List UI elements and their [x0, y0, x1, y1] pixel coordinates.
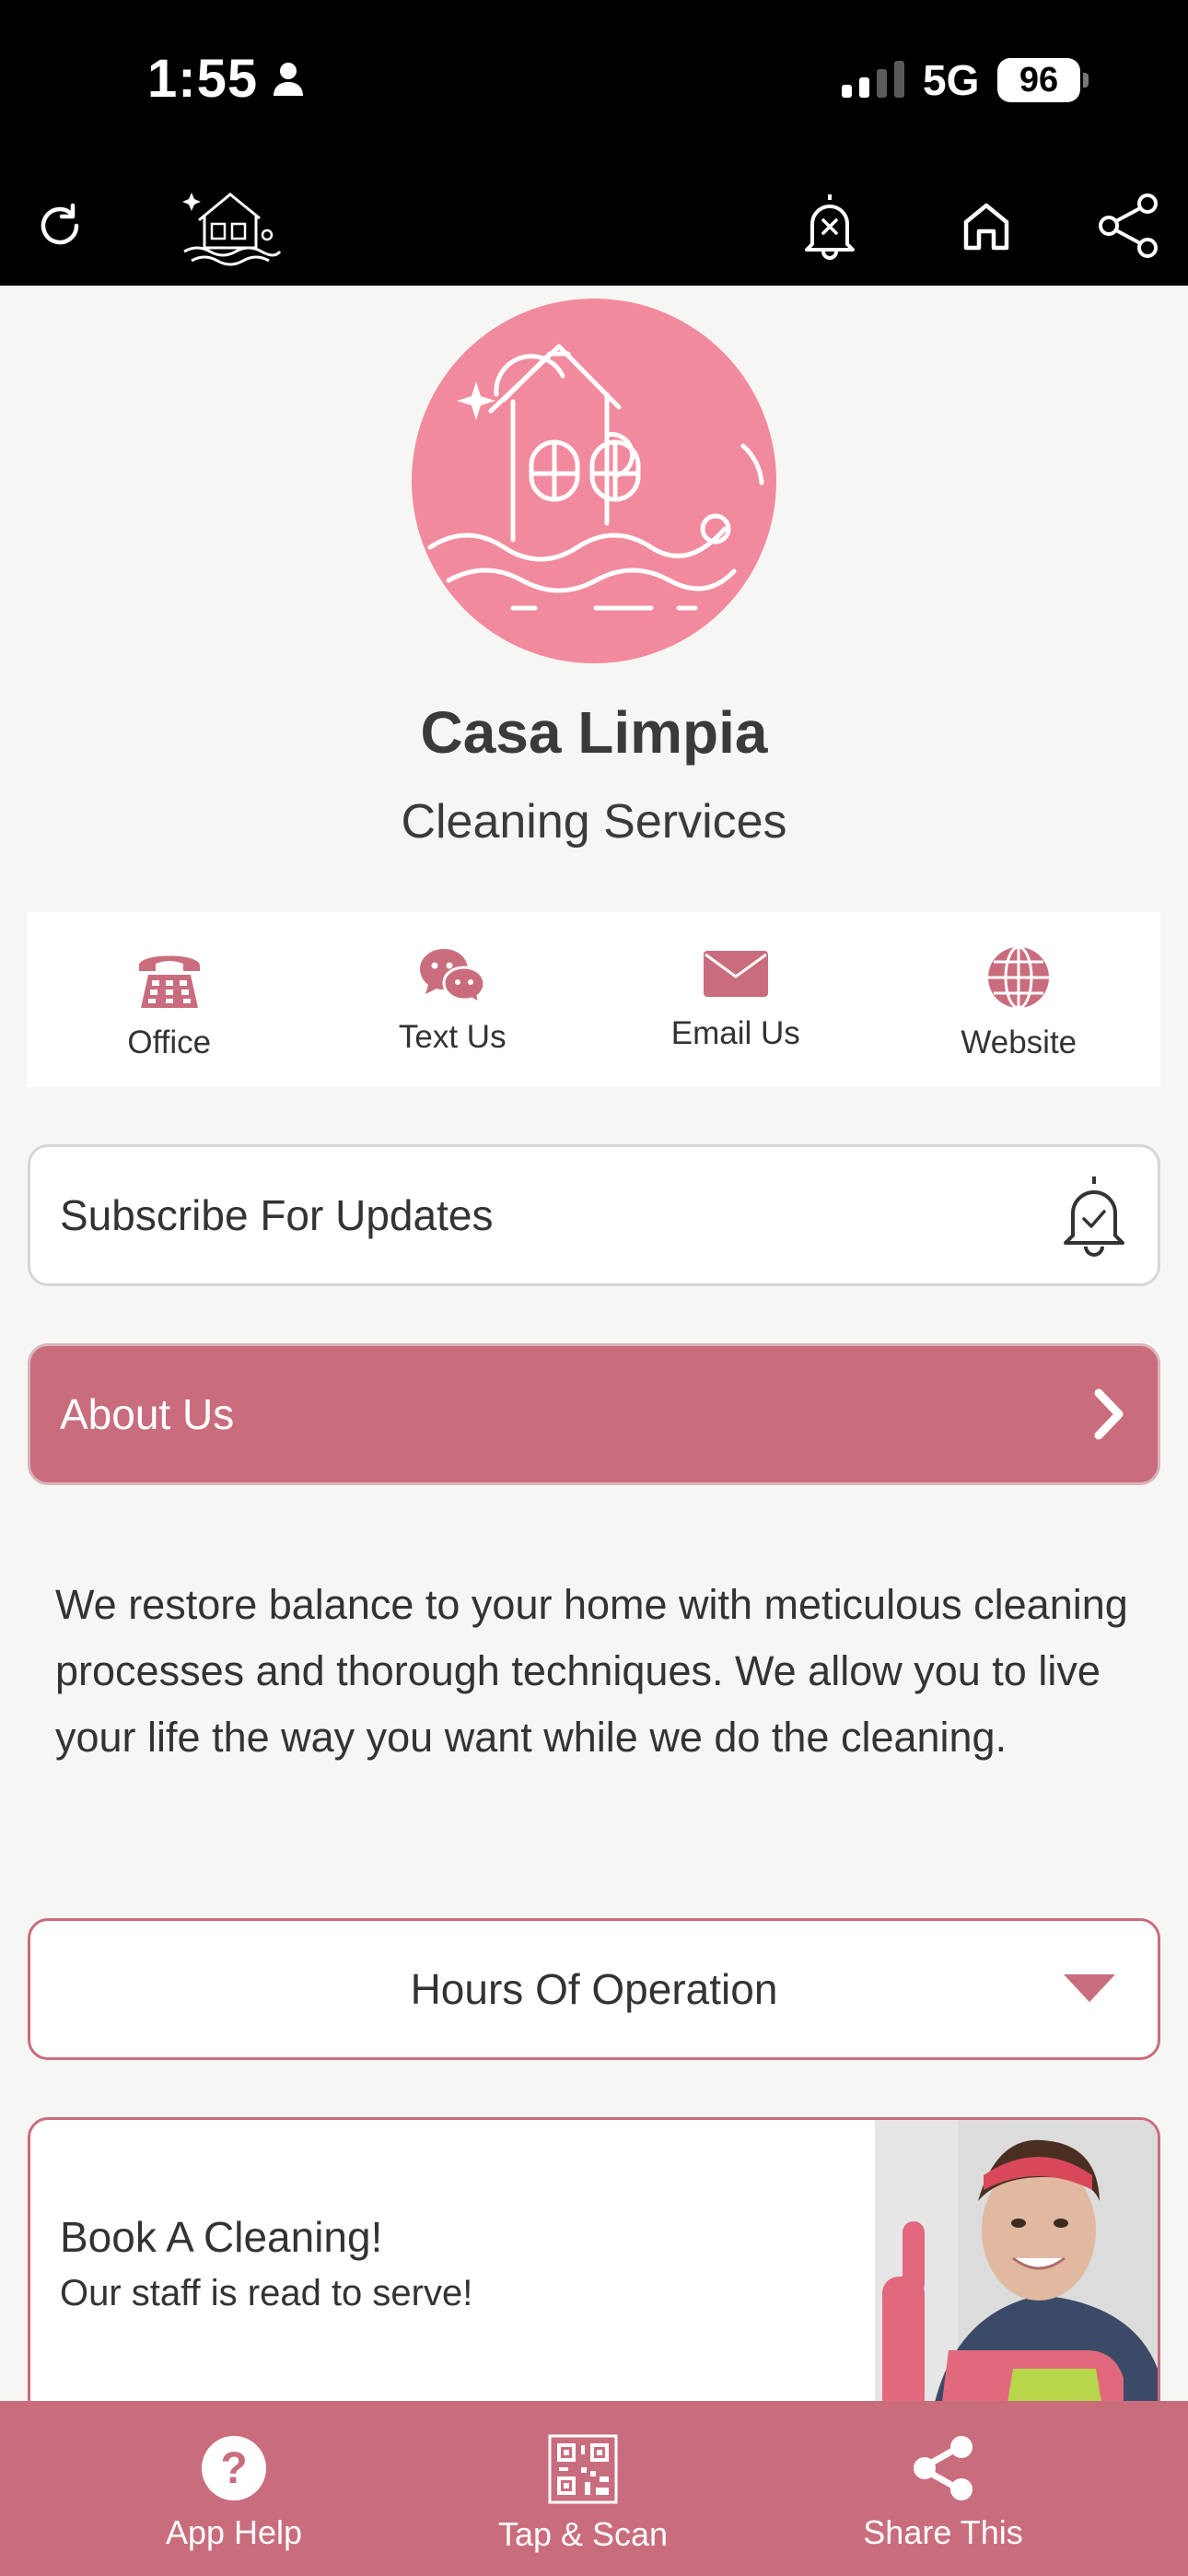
home-button[interactable]	[945, 184, 1028, 267]
bell-check-icon	[1064, 1177, 1124, 1257]
book-subtitle: Our staff is read to serve!	[60, 2273, 473, 2313]
about-us-button[interactable]: About Us	[28, 1343, 1160, 1485]
status-bar: 1:55 5G 96	[0, 0, 1188, 166]
app-help-tab[interactable]: ? App Help	[0, 2401, 468, 2576]
header-logo[interactable]	[175, 175, 285, 276]
chevron-right-icon	[1094, 1388, 1124, 1440]
help-icon: ?	[202, 2436, 266, 2500]
share-this-label: Share This	[863, 2513, 1023, 2551]
share-this-tab[interactable]: Share This	[698, 2401, 1188, 2576]
share-icon	[914, 2436, 973, 2500]
hours-dropdown[interactable]: Hours Of Operation	[28, 1918, 1160, 2060]
tap-scan-tab[interactable]: Tap & Scan	[468, 2401, 698, 2576]
about-us-label: About Us	[60, 1390, 235, 1438]
qr-code-icon	[548, 2434, 618, 2504]
subscribe-label: Subscribe For Updates	[60, 1191, 494, 1239]
app-header	[0, 166, 1188, 286]
app-screen: { "status_bar": {"time": "1:55", "networ…	[0, 0, 1188, 2576]
book-title: Book A Cleaning!	[60, 2213, 383, 2261]
email-us-button[interactable]: Email Us	[594, 912, 878, 1087]
cleaner-photo	[875, 2120, 1158, 2418]
subscribe-button[interactable]: Subscribe For Updates	[28, 1144, 1160, 1286]
email-us-label: Email Us	[670, 1015, 800, 1051]
envelope-icon	[703, 951, 768, 997]
bell-muted-icon	[805, 194, 855, 260]
home-icon	[963, 203, 1009, 251]
website-button[interactable]: Website	[878, 912, 1161, 1087]
about-description: We restore balance to your home with met…	[55, 1581, 1128, 1761]
text-us-label: Text Us	[398, 1019, 507, 1055]
app-help-label: App Help	[165, 2513, 303, 2551]
office-button[interactable]: Office	[28, 912, 311, 1087]
person-icon	[274, 62, 304, 96]
book-cleaning-card[interactable]: Book A Cleaning! Our staff is read to se…	[28, 2117, 1160, 2421]
house-logo-icon	[427, 344, 764, 611]
office-label: Office	[127, 1025, 212, 1060]
house-logo-icon	[182, 193, 282, 266]
status-time-text: 1:55	[147, 49, 259, 109]
network-type: 5G	[923, 56, 980, 104]
tap-scan-label: Tap & Scan	[497, 2515, 669, 2553]
business-subtitle: Cleaning Services	[401, 795, 787, 849]
notifications-button[interactable]	[788, 184, 871, 267]
website-label: Website	[961, 1025, 1077, 1060]
battery-level: 96	[997, 58, 1080, 102]
svg-text:?: ?	[220, 2444, 247, 2493]
quick-actions: Office Text Us Email Us Website	[28, 912, 1160, 1087]
share-icon	[1099, 193, 1158, 258]
signal-icon	[842, 61, 904, 98]
share-button[interactable]	[1087, 184, 1170, 267]
cleaner-image	[875, 2120, 1158, 2418]
hours-label: Hours Of Operation	[410, 1965, 778, 2013]
refresh-icon	[41, 203, 79, 245]
battery-nub	[1083, 73, 1089, 88]
phone-icon	[138, 955, 200, 1008]
business-logo	[412, 299, 776, 663]
business-name: Casa Limpia	[420, 699, 768, 766]
refresh-button[interactable]	[18, 184, 101, 267]
bottom-tab-bar: ? App Help Tap & Scan Share This	[0, 2401, 1188, 2576]
text-us-button[interactable]: Text Us	[311, 912, 595, 1087]
status-time: 1:55	[147, 48, 304, 110]
globe-icon	[988, 945, 1050, 1010]
chat-icon	[420, 949, 486, 1004]
caret-down-icon	[1064, 1974, 1115, 2002]
